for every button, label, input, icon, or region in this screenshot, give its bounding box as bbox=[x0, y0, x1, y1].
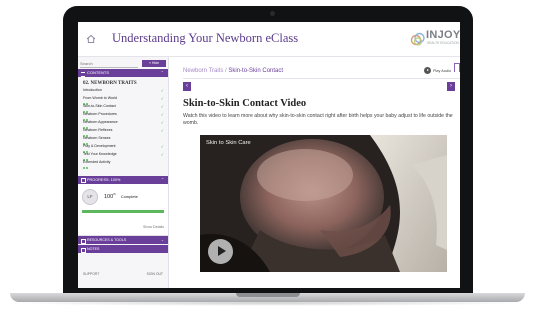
home-icon[interactable] bbox=[86, 34, 96, 44]
checkmark-icon: ✓ bbox=[160, 112, 164, 117]
sidebar-item[interactable]: Introduction ✓ bbox=[83, 88, 165, 106]
sidebar-item[interactable]: Newborn Senses bbox=[83, 136, 165, 154]
sidebar: « Hide CONTENTS ⌃ 02. NEWBORN TRAITS Int… bbox=[78, 57, 169, 288]
sidebar-item[interactable]: Play & Development ✓ bbox=[83, 144, 165, 162]
progress-value: 100 bbox=[104, 193, 114, 200]
main-content: Newborn Traits / Skin-to-Skin Contact Pl… bbox=[169, 57, 460, 288]
checkmark-icon: ✓ bbox=[160, 104, 164, 109]
brand-logo: INJOY HEALTH EDUCATION bbox=[410, 29, 460, 49]
sidebar-footer: SUPPORT SIGN OUT bbox=[78, 270, 168, 280]
progress-header[interactable]: PROGRESS: 100% ⌃ bbox=[78, 176, 168, 184]
divider bbox=[183, 78, 460, 79]
chevron-up-icon: ⌃ bbox=[160, 70, 164, 75]
play-circle-icon bbox=[424, 67, 431, 74]
contents-header[interactable]: CONTENTS ⌃ bbox=[78, 69, 168, 77]
chevron-up-icon: ⌃ bbox=[160, 178, 164, 182]
resources-header[interactable]: RESOURCES & TOOLS ⌄ bbox=[78, 236, 168, 244]
sidebar-item[interactable]: Newborn Procedures ✓ bbox=[83, 112, 165, 130]
sign-out-link[interactable]: SIGN OUT bbox=[147, 272, 163, 276]
progress-dots-icon bbox=[83, 108, 89, 122]
checkmark-icon: ✓ bbox=[160, 144, 164, 149]
webcam bbox=[270, 11, 275, 16]
resources-icon bbox=[81, 238, 86, 244]
checkmark-icon: ✓ bbox=[160, 96, 164, 101]
progress-dots-icon bbox=[83, 116, 89, 130]
progress-icon bbox=[81, 178, 86, 183]
video-frame-image bbox=[200, 135, 447, 272]
video-title: Skin to Skin Care bbox=[206, 140, 251, 146]
progress-track bbox=[82, 210, 164, 213]
list-icon bbox=[81, 71, 85, 77]
progress-percent: 100th Complete bbox=[104, 192, 138, 200]
laptop-notch bbox=[236, 293, 300, 297]
section-title: 02. NEWBORN TRAITS bbox=[83, 81, 137, 86]
progress-dots-icon bbox=[83, 140, 89, 154]
search-row: « Hide bbox=[80, 60, 166, 68]
progress-dots-icon bbox=[83, 132, 89, 146]
checkmark-icon: ✓ bbox=[160, 128, 164, 133]
checkmark-icon: ✓ bbox=[160, 152, 164, 157]
checkmark-icon: ✓ bbox=[160, 120, 164, 125]
app-header: Understanding Your Newborn eClass INJOY … bbox=[78, 22, 460, 57]
progress-card: LF 100th Complete Show Details bbox=[78, 184, 168, 236]
notes-icon bbox=[81, 247, 86, 253]
progress-dots-icon bbox=[83, 100, 89, 114]
support-link[interactable]: SUPPORT bbox=[83, 272, 99, 276]
play-audio-label: Play Audio bbox=[433, 68, 451, 73]
toc-list: Introduction ✓ From Womb to World ✓ Skin-to-… bbox=[83, 88, 165, 173]
progress-dots-icon bbox=[83, 124, 89, 138]
sidebar-item[interactable]: Test Your Knowledge ✓ bbox=[83, 152, 165, 170]
page-title: Skin-to-Skin Contact Video bbox=[183, 98, 307, 109]
progress-dots-icon bbox=[83, 164, 89, 166]
progress-label: PROGRESS: 100% bbox=[87, 178, 121, 182]
page-description: Watch this video to learn more about why… bbox=[183, 113, 453, 126]
previous-page-button[interactable]: ‹ bbox=[183, 82, 191, 91]
sidebar-item[interactable]: Skin-to-Skin Contact ✓ bbox=[83, 104, 165, 122]
brand-name: INJOY bbox=[426, 29, 460, 41]
sidebar-item[interactable]: Newborn Appearance ✓ bbox=[83, 120, 165, 138]
progress-dots-icon bbox=[83, 148, 89, 162]
sidebar-item[interactable]: From Womb to World ✓ bbox=[83, 96, 165, 114]
resources-label: RESOURCES & TOOLS bbox=[87, 238, 127, 242]
bookmark-icon[interactable] bbox=[454, 63, 460, 72]
progress-superscript: th bbox=[113, 192, 116, 196]
laptop-screen: Understanding Your Newborn eClass INJOY … bbox=[78, 22, 460, 288]
chevron-down-icon: ⌄ bbox=[160, 238, 164, 242]
brand-tagline: HEALTH EDUCATION bbox=[427, 41, 459, 45]
breadcrumb-current: Skin-to-Skin Contact bbox=[228, 68, 284, 74]
search-input[interactable] bbox=[80, 60, 138, 68]
video-player[interactable]: Skin to Skin Care bbox=[200, 135, 447, 272]
breadcrumb-parent[interactable]: Newborn Traits bbox=[183, 68, 223, 74]
app-title: Understanding Your Newborn eClass bbox=[112, 31, 299, 45]
progress-fill bbox=[82, 210, 164, 213]
contents-label: CONTENTS bbox=[87, 70, 109, 75]
progress-dots-icon bbox=[83, 156, 89, 170]
checkmark-icon: ✓ bbox=[160, 88, 164, 93]
complete-label: Complete bbox=[120, 193, 138, 199]
next-page-button[interactable]: › bbox=[447, 82, 455, 91]
play-icon[interactable] bbox=[208, 239, 233, 264]
avatar: LF bbox=[82, 189, 98, 205]
hide-sidebar-button[interactable]: « Hide bbox=[142, 60, 166, 67]
notes-header[interactable]: NOTES bbox=[78, 245, 168, 253]
progress-dots-icon bbox=[83, 92, 89, 106]
sidebar-item[interactable]: Extended Activity bbox=[83, 160, 165, 168]
show-details-link[interactable]: Show Details bbox=[143, 225, 164, 229]
brand-mark-icon bbox=[410, 32, 425, 46]
breadcrumb: Newborn Traits / Skin-to-Skin Contact bbox=[183, 68, 283, 74]
notes-label: NOTES bbox=[87, 247, 100, 251]
sidebar-item[interactable]: Newborn Reflexes ✓ bbox=[83, 128, 165, 146]
